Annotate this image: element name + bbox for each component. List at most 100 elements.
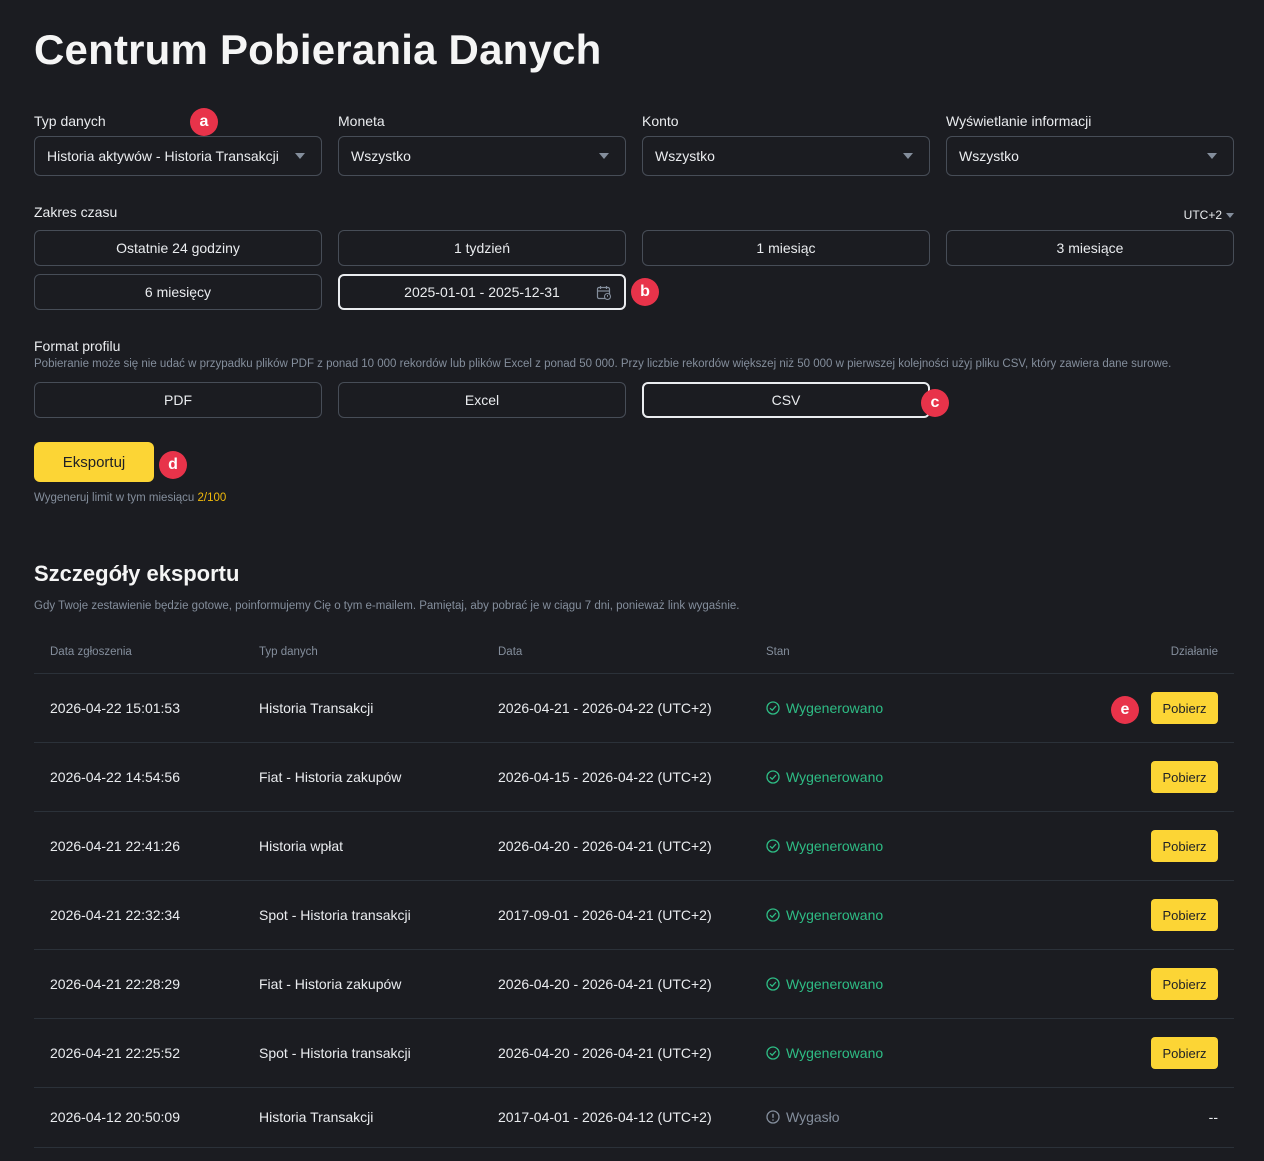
- account-value: Wszystko: [655, 148, 715, 164]
- export-table: Data zgłoszenia Typ danych Data Stan Dzi…: [34, 634, 1234, 1148]
- chevron-down-icon: [1226, 212, 1234, 218]
- table-row: 2026-04-22 15:01:53 Historia Transakcji 20…: [34, 674, 1234, 743]
- status-badge: Wygenerowano: [766, 769, 883, 785]
- status-badge: Wygenerowano: [766, 976, 883, 992]
- custom-date-range-picker[interactable]: 2025-01-01 - 2025-12-31: [338, 274, 626, 310]
- format-pdf-button[interactable]: PDF: [34, 382, 322, 418]
- status-text: Wygenerowano: [786, 976, 884, 992]
- export-limit-value: 2/100: [197, 492, 227, 504]
- cell-submitted: 2026-04-21 22:28:29: [50, 976, 180, 992]
- account-select[interactable]: Wszystko: [642, 136, 930, 176]
- export-details-title: Szczegóły eksportu: [34, 561, 240, 586]
- download-button[interactable]: Pobierz: [1151, 830, 1218, 862]
- export-button[interactable]: Eksportuj: [34, 442, 154, 482]
- format-csv-button[interactable]: CSV: [642, 382, 930, 418]
- annotation-badge-a: a: [190, 108, 218, 136]
- cell-submitted: 2026-04-12 20:50:09: [50, 1109, 180, 1125]
- chevron-down-icon: [295, 153, 305, 159]
- status-text: Wygenerowano: [786, 769, 884, 785]
- table-row: 2026-04-21 22:32:34 Spot - Historia trans…: [34, 881, 1234, 950]
- range-3-months-button[interactable]: 3 miesiące: [946, 230, 1234, 266]
- download-button[interactable]: Pobierz: [1151, 1037, 1218, 1069]
- cell-date-range: 2017-09-01 - 2026-04-21 (UTC+2): [498, 907, 712, 923]
- cell-date-range: 2026-04-15 - 2026-04-22 (UTC+2): [498, 769, 712, 785]
- range-6-months-button[interactable]: 6 miesięcy: [34, 274, 322, 310]
- cell-date-range: 2026-04-20 - 2026-04-21 (UTC+2): [498, 976, 712, 992]
- status-badge: Wygasło: [766, 1109, 840, 1125]
- check-circle-icon: [766, 839, 780, 853]
- column-header-submitted: Data zgłoszenia: [50, 646, 132, 658]
- export-limit-label: Wygeneruj limit w tym miesiącu: [34, 492, 195, 504]
- page-title: Centrum Pobierania Danych: [34, 26, 602, 73]
- status-text: Wygenerowano: [786, 700, 884, 716]
- status-badge: Wygenerowano: [766, 1045, 883, 1061]
- format-note: Pobieranie może się nie udać w przypadku…: [34, 358, 1172, 370]
- download-button[interactable]: Pobierz: [1151, 761, 1218, 793]
- cell-type: Historia wpłat: [259, 838, 344, 854]
- download-button[interactable]: Pobierz: [1151, 899, 1218, 931]
- cell-date-range: 2017-04-01 - 2026-04-12 (UTC+2): [498, 1109, 712, 1125]
- annotation-badge-d: d: [159, 451, 187, 479]
- format-label: Format profilu: [34, 338, 121, 354]
- export-details-note: Gdy Twoje zestawienie będzie gotowe, poi…: [34, 600, 740, 612]
- calendar-icon: [596, 286, 612, 301]
- timezone-select[interactable]: UTC+2: [1184, 208, 1234, 222]
- data-type-value: Historia aktywów - Historia Transakcji: [47, 148, 279, 164]
- coin-value: Wszystko: [351, 148, 411, 164]
- table-row: 2026-04-22 14:54:56 Fiat - Historia zakup…: [34, 743, 1234, 812]
- cell-submitted: 2026-04-21 22:41:26: [50, 838, 180, 854]
- chevron-down-icon: [1207, 153, 1217, 159]
- annotation-badge-b: b: [631, 278, 659, 306]
- status-text: Wygenerowano: [786, 838, 884, 854]
- export-limit: Wygeneruj limit w tym miesiącu 2/100: [34, 492, 226, 504]
- cell-type: Spot - Historia transakcji: [259, 1045, 411, 1061]
- coin-select[interactable]: Wszystko: [338, 136, 626, 176]
- custom-date-range-value: 2025-01-01 - 2025-12-31: [404, 284, 560, 300]
- info-circle-icon: [766, 1110, 780, 1124]
- cell-type: Historia Transakcji: [259, 700, 374, 716]
- range-24h-button[interactable]: Ostatnie 24 godziny: [34, 230, 322, 266]
- format-excel-button[interactable]: Excel: [338, 382, 626, 418]
- table-header: Data zgłoszenia Typ danych Data Stan Dzi…: [34, 634, 1234, 674]
- cell-type: Historia Transakcji: [259, 1109, 374, 1125]
- cell-date-range: 2026-04-21 - 2026-04-22 (UTC+2): [498, 700, 712, 716]
- cell-date-range: 2026-04-20 - 2026-04-21 (UTC+2): [498, 1045, 712, 1061]
- chevron-down-icon: [903, 153, 913, 159]
- check-circle-icon: [766, 1046, 780, 1060]
- status-badge: Wygenerowano: [766, 907, 883, 923]
- check-circle-icon: [766, 977, 780, 991]
- data-type-select[interactable]: Historia aktywów - Historia Transakcji: [34, 136, 322, 176]
- status-text: Wygenerowano: [786, 907, 884, 923]
- check-circle-icon: [766, 908, 780, 922]
- chevron-down-icon: [599, 153, 609, 159]
- range-1-month-button[interactable]: 1 miesiąc: [642, 230, 930, 266]
- status-badge: Wygenerowano: [766, 700, 883, 716]
- timezone-value: UTC+2: [1183, 208, 1222, 222]
- download-button[interactable]: Pobierz: [1151, 968, 1218, 1000]
- cell-submitted: 2026-04-22 14:54:56: [50, 769, 180, 785]
- check-circle-icon: [766, 770, 780, 784]
- filter-label-coin: Moneta: [338, 113, 385, 129]
- table-row: 2026-04-21 22:25:52 Spot - Historia trans…: [34, 1019, 1234, 1088]
- display-info-value: Wszystko: [959, 148, 1019, 164]
- cell-date-range: 2026-04-20 - 2026-04-21 (UTC+2): [498, 838, 712, 854]
- time-range-label: Zakres czasu: [34, 204, 118, 220]
- display-info-select[interactable]: Wszystko: [946, 136, 1234, 176]
- column-header-type: Typ danych: [259, 646, 318, 658]
- cell-submitted: 2026-04-22 15:01:53: [50, 700, 180, 716]
- status-text: Wygasło: [786, 1109, 840, 1125]
- cell-type: Fiat - Historia zakupów: [259, 976, 402, 992]
- cell-type: Spot - Historia transakcji: [259, 907, 411, 923]
- no-action: --: [1208, 1109, 1218, 1125]
- status-text: Wygenerowano: [786, 1045, 884, 1061]
- column-header-action: Działanie: [1170, 646, 1218, 658]
- status-badge: Wygenerowano: [766, 838, 883, 854]
- cell-type: Fiat - Historia zakupów: [259, 769, 402, 785]
- filter-label-account: Konto: [642, 113, 679, 129]
- cell-submitted: 2026-04-21 22:25:52: [50, 1045, 180, 1061]
- table-body: 2026-04-22 15:01:53 Historia Transakcji 20…: [34, 674, 1234, 1148]
- check-circle-icon: [766, 701, 780, 715]
- download-button[interactable]: Pobierz: [1151, 692, 1218, 724]
- range-1-week-button[interactable]: 1 tydzień: [338, 230, 626, 266]
- table-row: 2026-04-21 22:41:26 Historia wpłat 2026-04…: [34, 812, 1234, 881]
